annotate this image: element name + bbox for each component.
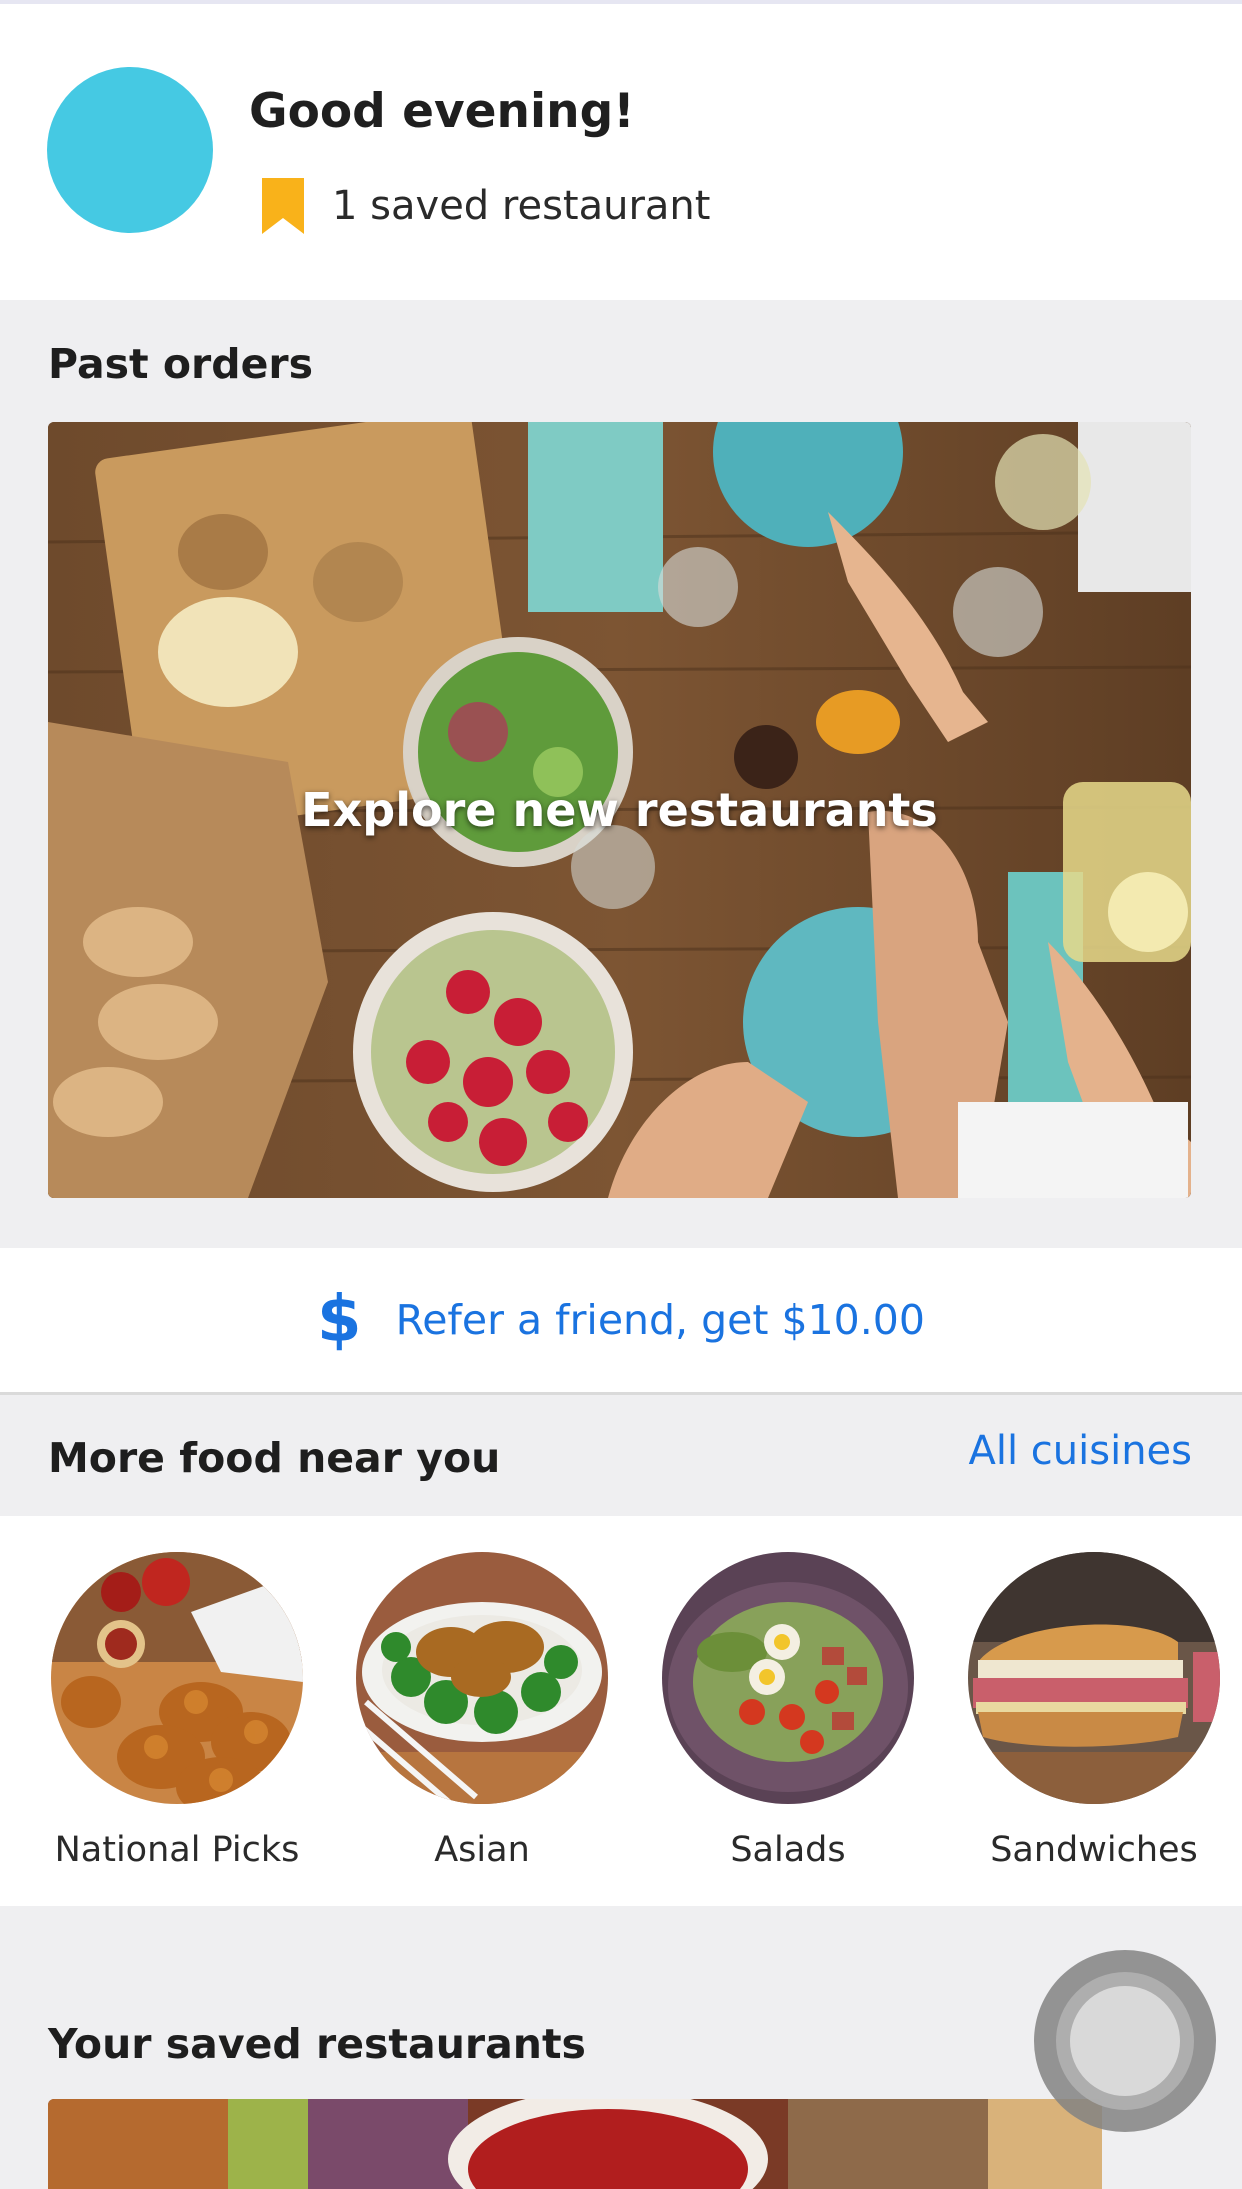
cuisine-national-picks[interactable]: National Picks [27,1552,327,1870]
saved-restaurants-link[interactable]: 1 saved restaurant [262,176,710,236]
dollar-icon: $ [317,1283,362,1357]
greeting-header: Good evening! 1 saved restaurant [0,4,1242,300]
refer-friend-banner[interactable]: $ Refer a friend, get $10.00 [0,1248,1242,1395]
assistive-touch-core [1070,1986,1180,2096]
cuisine-sandwiches[interactable]: Sandwiches [944,1552,1242,1870]
saved-restaurants-title: Your saved restaurants [48,2020,586,2068]
salad-image [662,1552,914,1804]
assistive-touch-button[interactable] [1034,1950,1216,2132]
cuisine-label: Asian [434,1830,530,1870]
assistive-touch-ring [1056,1972,1194,2110]
all-cuisines-link[interactable]: All cuisines [968,1428,1192,1474]
cuisine-label: National Picks [54,1830,300,1870]
past-orders-title: Past orders [48,340,314,388]
avatar[interactable] [47,67,213,233]
cuisine-label: Salads [730,1830,846,1870]
cuisine-asian[interactable]: Asian [332,1552,632,1870]
cuisine-salads[interactable]: Salads [638,1552,938,1870]
explore-restaurants-label: Explore new restaurants [301,783,938,837]
fried-chicken-image [51,1552,303,1804]
asian-dish-image [356,1552,608,1804]
greeting-title: Good evening! [249,84,635,139]
saved-count: 1 saved restaurant [332,183,711,229]
saved-restaurant-card[interactable] [48,2099,1102,2189]
refer-friend-text: Refer a friend, get $10.00 [395,1296,925,1344]
more-food-title: More food near you [48,1434,501,1482]
cuisine-carousel[interactable]: National Picks Asian Salads Sandwiches [0,1516,1242,1906]
sandwich-image [968,1552,1220,1804]
explore-restaurants-card[interactable]: Explore new restaurants [48,422,1191,1198]
cuisine-label: Sandwiches [990,1830,1198,1870]
bookmark-icon [262,178,304,234]
saved-restaurant-image [48,2099,1102,2189]
